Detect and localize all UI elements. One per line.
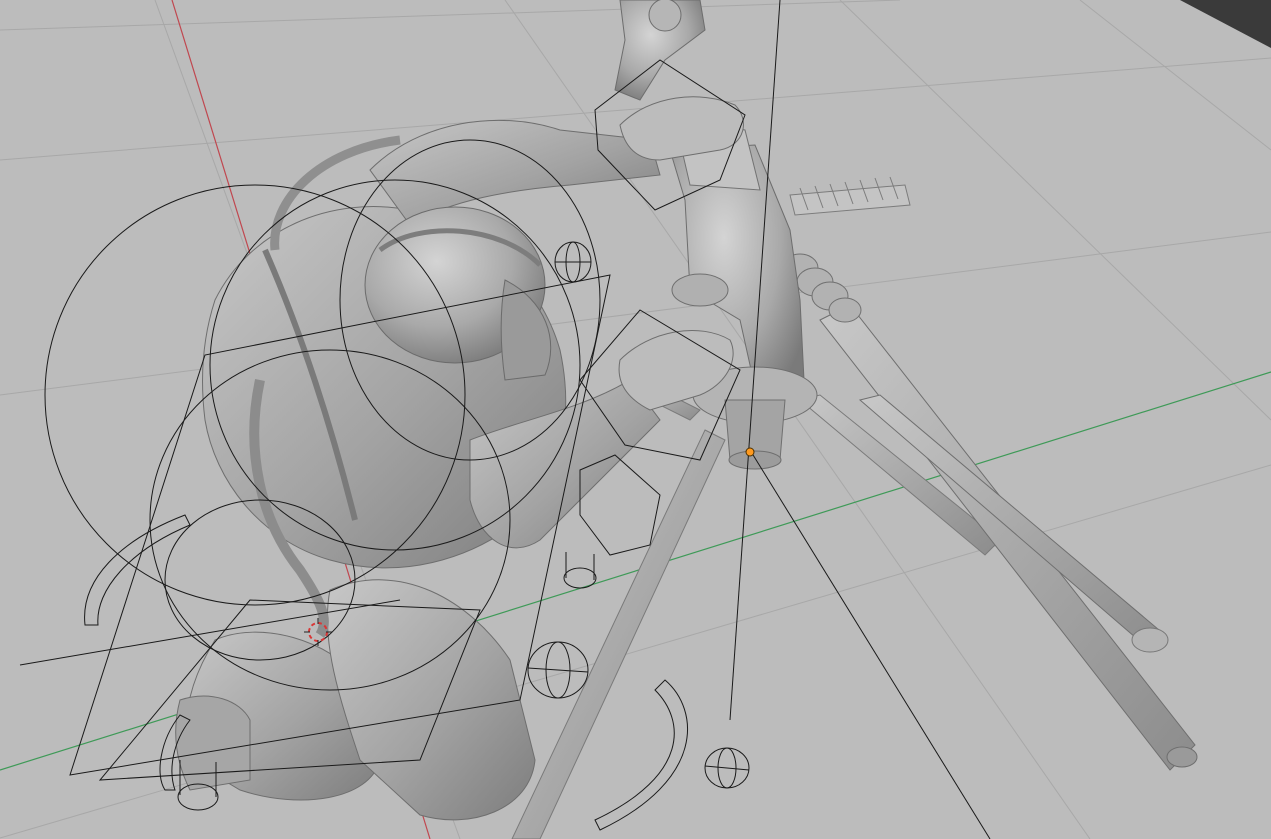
sight-knob bbox=[648, 0, 682, 32]
3d-viewport[interactable] bbox=[0, 0, 1271, 839]
rod-end-cap bbox=[1131, 627, 1169, 653]
figure-boot[interactable] bbox=[175, 695, 251, 791]
viewport-canvas[interactable] bbox=[0, 0, 1271, 839]
object-origin-icon[interactable] bbox=[745, 447, 755, 457]
pintle-base bbox=[728, 450, 782, 470]
barrel-muzzle[interactable] bbox=[1166, 746, 1198, 768]
traverse-mount[interactable] bbox=[671, 273, 729, 307]
